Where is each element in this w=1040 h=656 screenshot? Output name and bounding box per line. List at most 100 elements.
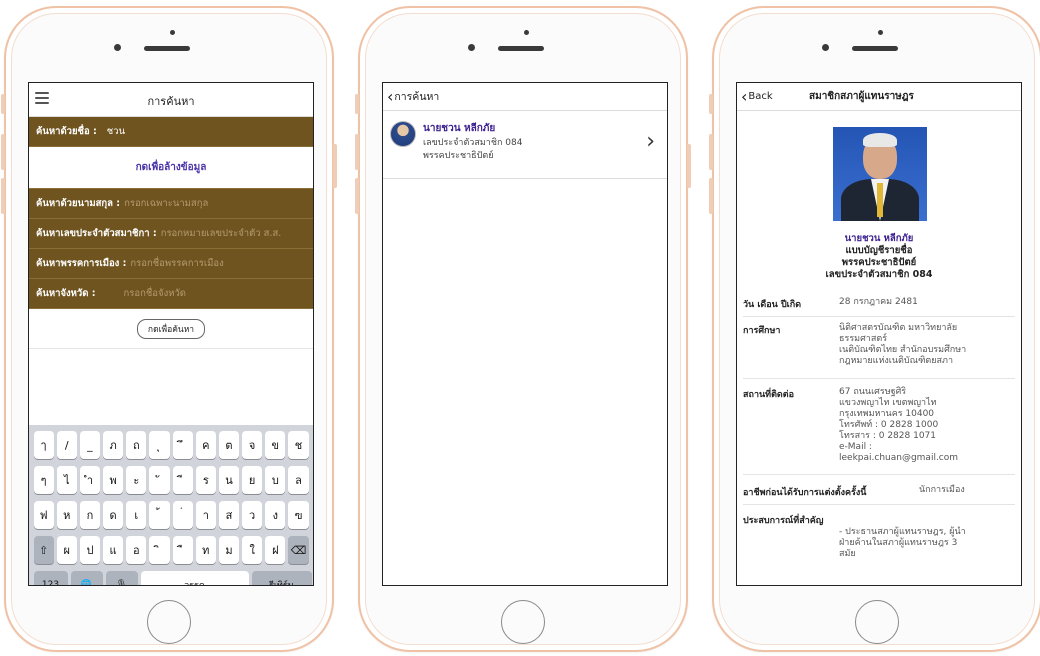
home-button[interactable] — [501, 600, 545, 644]
phone-frame-3: ‹ Back สมาชิกสภาผู้แทนราษฎร นายชวน หลีกภ… — [709, 6, 1040, 652]
key[interactable]: ค — [195, 431, 216, 459]
name-search-value[interactable]: ชวน — [107, 124, 125, 139]
key[interactable]: ฟ — [33, 501, 54, 529]
key[interactable]: _ — [79, 431, 101, 459]
key[interactable]: ้ — [149, 501, 170, 529]
home-button[interactable] — [855, 600, 899, 644]
key[interactable]: / — [56, 431, 77, 459]
shift-key-icon[interactable]: ⇧ — [33, 536, 54, 564]
key[interactable]: ม — [218, 536, 240, 564]
key[interactable]: ด — [103, 501, 124, 529]
key[interactable]: ึ — [172, 431, 193, 459]
key[interactable]: อ — [126, 536, 147, 564]
earpiece-speaker — [144, 46, 190, 51]
province-search-field[interactable]: ค้นหาจังหวัด : กรอกชื่อจังหวัด — [29, 279, 313, 309]
return-key[interactable]: รีเทิร์น — [251, 571, 312, 585]
key[interactable]: ฃ — [288, 501, 309, 529]
clear-button[interactable]: กดเพื่อล้างข้อมูล — [29, 147, 313, 189]
chevron-right-icon: › — [646, 129, 655, 154]
key[interactable]: ล — [288, 466, 309, 494]
key[interactable]: ท — [195, 536, 216, 564]
key[interactable]: ย — [242, 466, 263, 494]
key[interactable]: ถ — [126, 431, 147, 459]
member-number-search-field[interactable]: ค้นหาเลขประจำตัวสมาชิกา : กรอกหมายเลขประ… — [29, 219, 313, 249]
key[interactable]: ง — [265, 501, 286, 529]
key[interactable]: ใ — [242, 536, 263, 564]
birth-date-value: 28 กรกฎาคม 2481 — [839, 297, 918, 307]
email-link[interactable]: leekpai.chuan@gmail.com — [839, 453, 958, 464]
experience-value: - ประธานสภาผู้แทนราษฎร, ผู้นำ ฝ่ายค้านใน… — [839, 527, 966, 560]
key[interactable]: ก — [79, 501, 101, 529]
search-button[interactable]: กดเพื่อค้นหา — [136, 318, 206, 339]
surname-search-label: ค้นหาด้วยนามสกุล : — [36, 198, 121, 209]
key[interactable]: ำ — [79, 466, 101, 494]
name-search-field[interactable]: ค้นหาด้วยชื่อ : ชวน — [29, 117, 313, 147]
back-button[interactable]: ‹ การค้นหา — [383, 83, 667, 111]
surname-search-placeholder[interactable]: กรอกเฉพาะนามสกุล — [124, 196, 208, 211]
key[interactable]: ุ — [149, 431, 170, 459]
key[interactable]: แ — [103, 536, 124, 564]
key[interactable]: ข — [265, 431, 286, 459]
delete-key-icon[interactable]: ⌫ — [288, 536, 309, 564]
address-value: 67 ถนนเศรษฐศิริ แขวงพญาไท เขตพญาไท กรุงเ… — [839, 387, 958, 464]
key[interactable]: เ — [126, 501, 147, 529]
key[interactable]: ิ — [149, 536, 170, 564]
key[interactable]: ต — [218, 431, 240, 459]
province-search-label: ค้นหาจังหวัด : — [36, 288, 96, 299]
volume-down-button — [355, 178, 359, 214]
key[interactable]: ว — [242, 501, 263, 529]
mute-switch — [1, 94, 5, 114]
member-photo — [833, 127, 927, 221]
search-screen: การค้นหา ค้นหาด้วยชื่อ : ชวน กดเพื่อล้าง… — [28, 82, 314, 586]
volume-up-button — [709, 134, 713, 170]
fax-number: โทรสาร : 0 2828 1071 — [839, 431, 936, 441]
key[interactable]: ภ — [103, 431, 124, 459]
key[interactable]: ื — [172, 536, 193, 564]
keyboard-row-5: 123 🌐 🎙 วรรค รีเทิร์น — [32, 571, 312, 585]
volume-up-button — [1, 134, 5, 170]
key[interactable]: ส — [218, 501, 240, 529]
experience-label: ประสบการณ์ที่สำคัญ — [743, 516, 824, 526]
power-button — [687, 144, 691, 188]
mute-switch — [709, 94, 713, 114]
member-number-search-placeholder[interactable]: กรอกหมายเลขประจำตัว ส.ส. — [161, 226, 282, 241]
address-line: 67 ถนนเศรษฐศิริ — [839, 387, 907, 397]
key[interactable]: จ — [242, 431, 263, 459]
education-line: ธรรมศาสตร์ — [839, 334, 888, 344]
result-member-number: เลขประจำตัวสมาชิก 084 — [423, 138, 523, 148]
key[interactable]: ห — [56, 501, 77, 529]
chevron-left-icon[interactable]: ‹ — [741, 88, 747, 105]
key[interactable]: ะ — [126, 466, 147, 494]
key[interactable]: ่ — [172, 501, 193, 529]
key[interactable]: ฝ — [265, 536, 286, 564]
space-key[interactable]: วรรค — [140, 571, 249, 585]
mute-switch — [355, 94, 359, 114]
key[interactable]: ผ — [56, 536, 77, 564]
key[interactable]: พ — [103, 466, 124, 494]
key[interactable]: ๅ — [33, 431, 54, 459]
key[interactable]: ไ — [56, 466, 77, 494]
party-search-placeholder[interactable]: กรอกชื่อพรรคการเมือง — [130, 256, 223, 271]
key[interactable]: ช — [288, 431, 309, 459]
province-search-placeholder[interactable]: กรอกชื่อจังหวัด — [124, 286, 186, 301]
key[interactable]: ป — [79, 536, 101, 564]
list-item[interactable]: นายชวน หลีกภัย เลขประจำตัวสมาชิก 084 พรร… — [383, 111, 667, 179]
microphone-icon[interactable]: 🎙 — [105, 571, 138, 585]
key[interactable]: า — [195, 501, 216, 529]
page-title: การค้นหา — [147, 95, 195, 108]
key[interactable]: ร — [195, 466, 216, 494]
home-button[interactable] — [147, 600, 191, 644]
chevron-left-icon: ‹ — [387, 86, 394, 106]
key[interactable]: น — [218, 466, 240, 494]
surname-search-field[interactable]: ค้นหาด้วยนามสกุล : กรอกเฉพาะนามสกุล — [29, 189, 313, 219]
key[interactable]: บ — [265, 466, 286, 494]
numbers-key[interactable]: 123 — [33, 571, 68, 585]
back-button[interactable]: Back — [748, 91, 772, 102]
key[interactable]: ี — [172, 466, 193, 494]
key[interactable]: ๆ — [33, 466, 54, 494]
education-line: กฎหมายแห่งเนติบัณฑิตยสภา — [839, 356, 954, 366]
party-search-field[interactable]: ค้นหาพรรคการเมือง : กรอกชื่อพรรคการเมือง — [29, 249, 313, 279]
key[interactable]: ั — [149, 466, 170, 494]
globe-icon[interactable]: 🌐 — [70, 571, 103, 585]
education-line: เนติบัณฑิตไทย สำนักอบรมศึกษา — [839, 345, 967, 355]
